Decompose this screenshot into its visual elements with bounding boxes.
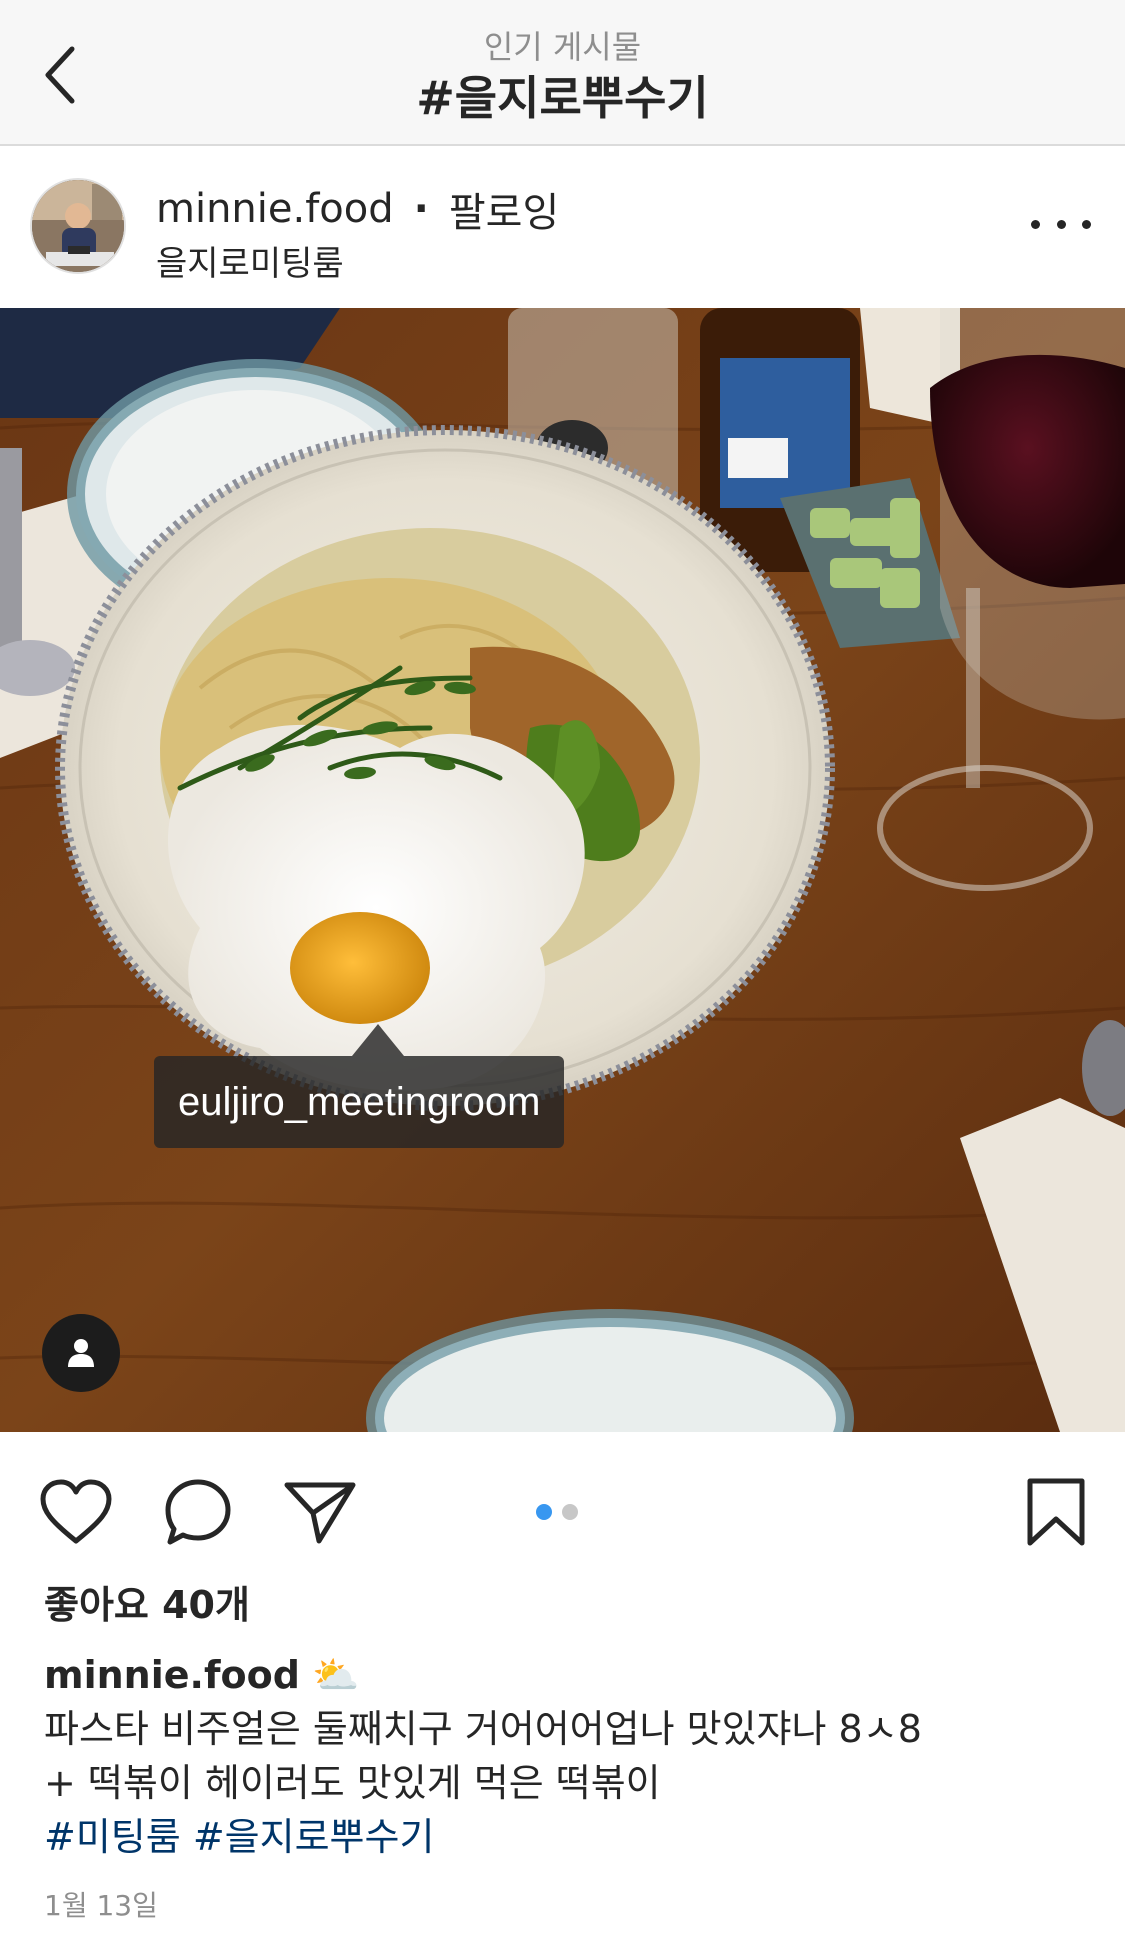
caption-line: 파스타 비주얼은 둘째치구 거어어어업나 맛있쟈나 8ㅅ8 bbox=[44, 1707, 922, 1751]
more-dot bbox=[1082, 219, 1091, 229]
photo-user-tag[interactable]: euljiro_meetingroom bbox=[154, 1056, 565, 1148]
food-photo-image bbox=[0, 308, 1125, 1432]
likes-count[interactable]: 좋아요 40개 bbox=[44, 1574, 250, 1629]
user-tags-button[interactable] bbox=[42, 1314, 120, 1392]
hashtag-link[interactable]: #을지로뿌수기 bbox=[193, 1815, 435, 1859]
comment-button[interactable] bbox=[158, 1472, 238, 1552]
separator-dot: · bbox=[413, 186, 429, 232]
post-header: minnie.food · 팔로잉 을지로미팅룸 bbox=[0, 148, 1125, 308]
like-button[interactable] bbox=[36, 1472, 116, 1552]
tag-pointer bbox=[352, 1024, 404, 1056]
post-date: 1월 13일 bbox=[44, 1889, 158, 1922]
caption-line: + 떡볶이 헤이러도 맛있게 먹은 떡볶이 bbox=[44, 1761, 661, 1805]
avatar[interactable] bbox=[30, 178, 126, 274]
post-action-bar bbox=[0, 1432, 1125, 1582]
sun-cloud-emoji: ⛅ bbox=[312, 1653, 360, 1697]
heart-icon bbox=[40, 1479, 112, 1544]
comment-icon bbox=[165, 1479, 231, 1545]
carousel-dot-active bbox=[536, 1504, 552, 1520]
carousel-dot bbox=[562, 1504, 578, 1520]
paper-plane-icon bbox=[284, 1482, 356, 1544]
share-button[interactable] bbox=[280, 1472, 360, 1552]
post-photo[interactable]: euljiro_meetingroom bbox=[0, 308, 1125, 1432]
location-link[interactable]: 을지로미팅룸 bbox=[156, 236, 344, 285]
top-nav-bar: 인기 게시물 #을지로뿌수기 bbox=[0, 0, 1125, 146]
user-tag-icon bbox=[68, 1339, 94, 1367]
caption-username[interactable]: minnie.food bbox=[44, 1653, 300, 1697]
more-horizontal-icon bbox=[1031, 219, 1040, 229]
carousel-indicator bbox=[536, 1504, 578, 1520]
bookmark-icon bbox=[1027, 1478, 1085, 1546]
hashtag-title: #을지로뿌수기 bbox=[416, 71, 709, 125]
following-button[interactable]: 팔로잉 bbox=[449, 180, 559, 238]
post-username[interactable]: minnie.food bbox=[156, 186, 394, 232]
hashtag-link[interactable]: #미팅룸 bbox=[44, 1815, 181, 1859]
more-dot bbox=[1056, 219, 1066, 229]
post-caption: minnie.food ⛅ 파스타 비주얼은 둘째치구 거어어어업나 맛있쟈나 … bbox=[44, 1648, 1094, 1864]
save-button[interactable] bbox=[1016, 1472, 1096, 1552]
more-options-button[interactable] bbox=[1031, 204, 1091, 244]
